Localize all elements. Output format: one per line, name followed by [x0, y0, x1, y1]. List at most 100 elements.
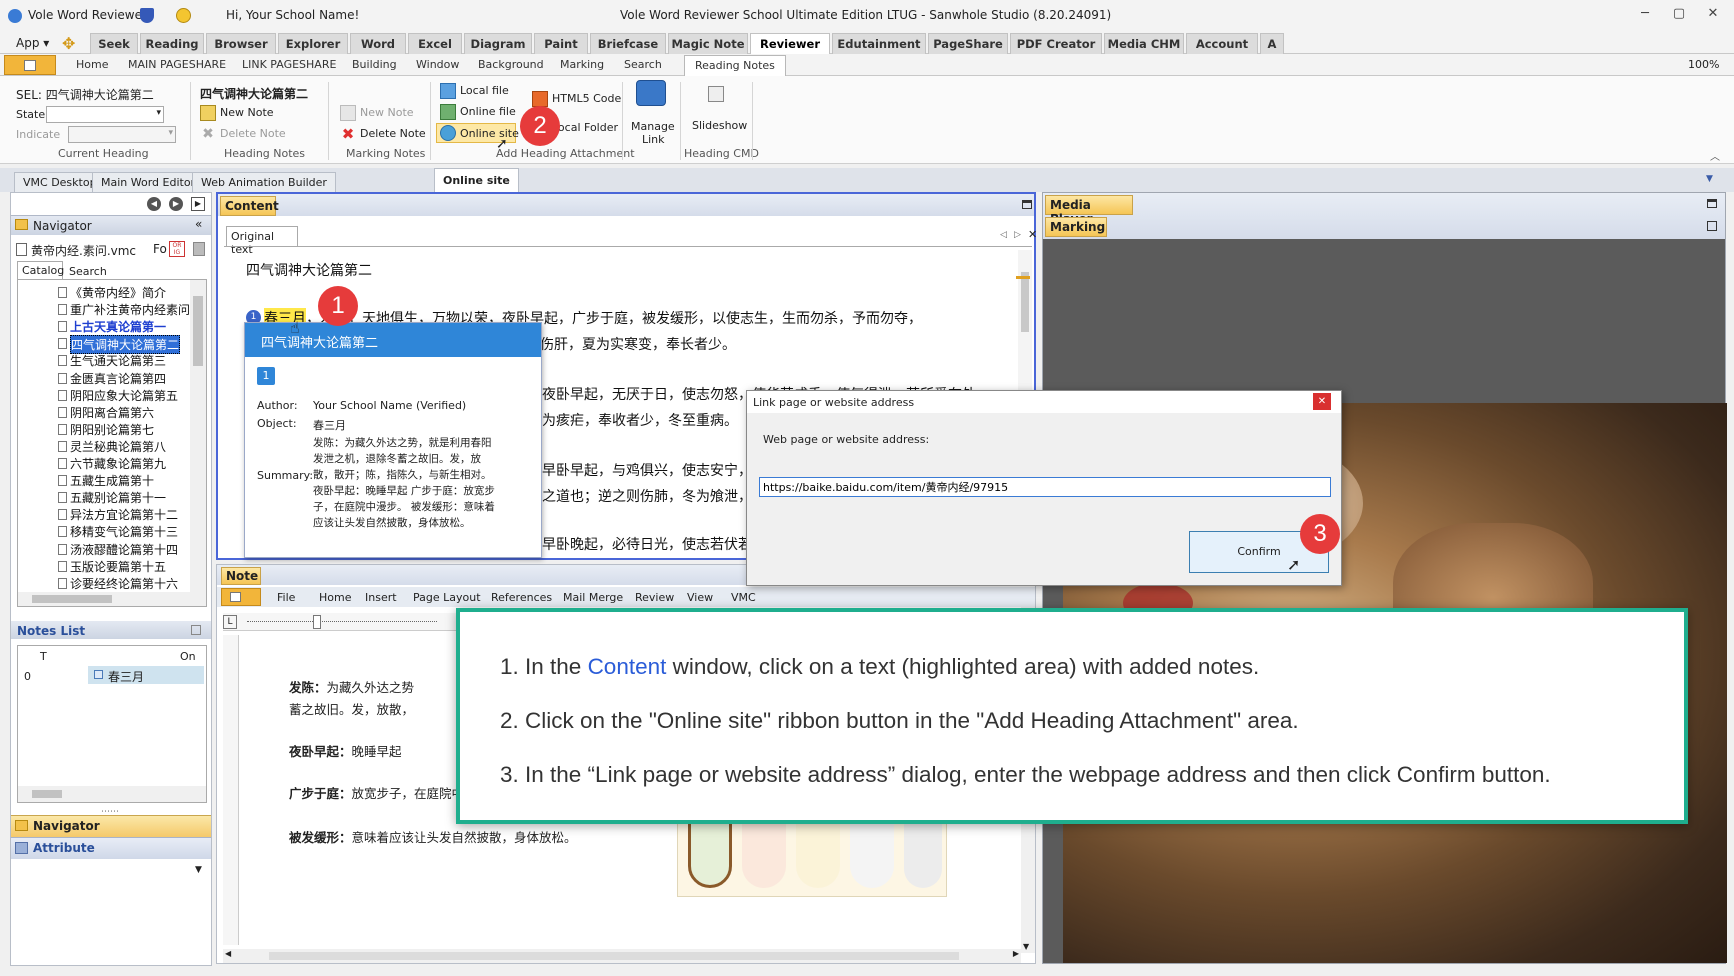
tree-item[interactable]: 阴阳应象大论篇第五	[70, 387, 178, 404]
tree-item[interactable]: 阴阳离合篇第六	[70, 404, 154, 421]
tree-item[interactable]: 玉版论要篇第十五	[70, 558, 166, 575]
menu-tab-excel[interactable]: Excel	[408, 33, 462, 54]
subtab-background[interactable]: Background	[478, 58, 544, 71]
tree-item[interactable]: 移精变气论篇第十三	[70, 523, 178, 540]
heading-delete-note-button[interactable]: Delete Note	[220, 127, 286, 140]
tree-item[interactable]: 上古天真论篇第一	[70, 318, 166, 335]
greeting-text[interactable]: Hi, Your School Name!	[226, 8, 359, 22]
note-hscrollbar[interactable]: ◀ ▶	[223, 949, 1021, 963]
menu-tab-pageshare[interactable]: PageShare	[928, 33, 1008, 54]
tree-item[interactable]: 五藏生成篇第十	[70, 472, 154, 489]
html5-code-button[interactable]: HTML5 Code	[552, 92, 621, 105]
menu-tab-paint[interactable]: Paint	[534, 33, 588, 54]
subtab-reading-notes[interactable]: Reading Notes	[684, 55, 786, 76]
content-maximize-icon[interactable]	[1022, 200, 1032, 209]
tab-next-icon[interactable]: ▷	[1014, 230, 1021, 240]
marking-delete-note-button[interactable]: Delete Note	[360, 127, 426, 140]
online-file-button[interactable]: Online file	[460, 105, 516, 118]
local-folder-button[interactable]: Local Folder	[552, 121, 618, 134]
app-menu[interactable]: App ▾	[16, 36, 49, 50]
marking-tab[interactable]: Marking	[1045, 217, 1107, 237]
subtab-window[interactable]: Window	[416, 58, 459, 71]
note-menu-file[interactable]: File	[277, 591, 295, 604]
tree-item[interactable]: 《黄帝内经》简介	[70, 284, 166, 301]
col-t-header[interactable]: T	[40, 650, 47, 663]
menu-tab-reading[interactable]: Reading	[140, 33, 204, 54]
panel-more-icon[interactable]: ▼	[195, 865, 202, 875]
note-menu-home[interactable]: Home	[319, 591, 351, 604]
subtab-link-pageshare[interactable]: LINK PAGESHARE	[242, 58, 336, 71]
menu-tab-media-chm[interactable]: Media CHM	[1104, 33, 1184, 54]
slideshow-button[interactable]: Slideshow	[692, 119, 747, 132]
menu-tab-edutainment[interactable]: Edutainment	[832, 33, 926, 54]
shield-icon[interactable]	[140, 8, 154, 23]
menu-tab-magic-note[interactable]: Magic Note	[668, 33, 748, 54]
tree-hscrollbar[interactable]	[18, 592, 206, 606]
tree-item[interactable]: 五藏别论篇第十一	[70, 489, 166, 506]
tree-item[interactable]: 重广补注黄帝内经素问	[70, 301, 190, 318]
subtab-search[interactable]: Search	[624, 58, 662, 71]
note-menu-vmc[interactable]: VMC	[731, 591, 756, 604]
tree-item[interactable]: 六节藏象论篇第九	[70, 455, 166, 472]
note-menu-mail-merge[interactable]: Mail Merge	[563, 591, 623, 604]
lock-icon[interactable]	[193, 242, 205, 256]
note-menu-page-layout[interactable]: Page Layout	[413, 591, 481, 604]
menu-tab-a[interactable]: A	[1260, 33, 1284, 54]
tab-main-word-editor[interactable]: Main Word Editor	[92, 172, 205, 192]
note-panel-tab[interactable]: Note	[221, 567, 261, 585]
tabs-dropdown-icon[interactable]: ▼	[1706, 174, 1713, 184]
tree-item[interactable]: 诊要经终论篇第十六	[70, 575, 178, 592]
nav-forward-icon[interactable]: ▶	[169, 197, 183, 211]
local-file-button[interactable]: Local file	[460, 84, 509, 97]
menu-tab-explorer[interactable]: Explorer	[278, 33, 348, 54]
quick-menu-button[interactable]	[4, 55, 56, 75]
tab-online-site[interactable]: Online site	[434, 168, 519, 192]
note-menu-insert[interactable]: Insert	[365, 591, 397, 604]
note-file-menu-button[interactable]	[221, 588, 261, 606]
menu-tab-seek[interactable]: Seek	[90, 33, 138, 54]
tab-stop-icon[interactable]: L	[223, 615, 237, 629]
attribute-panel-header[interactable]: Attribute	[11, 837, 211, 859]
collapse-navigator-icon[interactable]: «	[195, 217, 202, 231]
menu-tab-browser[interactable]: Browser	[206, 33, 276, 54]
marking-restore-icon[interactable]	[1707, 221, 1717, 231]
tab-web-animation-builder[interactable]: Web Animation Builder	[192, 172, 336, 192]
note-menu-review[interactable]: Review	[635, 591, 674, 604]
tab-catalog[interactable]: Catalog	[17, 261, 64, 279]
subtab-main-pageshare[interactable]: MAIN PAGESHARE	[128, 58, 226, 71]
collapse-ribbon-icon[interactable]: ︿	[1710, 148, 1720, 163]
vmc-file-name[interactable]: 黄帝内经.素问.vmc	[31, 242, 136, 259]
manage-link-button-line2[interactable]: Link	[642, 133, 665, 146]
marking-new-note-button[interactable]: New Note	[360, 106, 414, 119]
tree-item[interactable]: 生气通天论篇第三	[70, 352, 166, 369]
menu-tab-diagram[interactable]: Diagram	[464, 33, 532, 54]
subtab-building[interactable]: Building	[352, 58, 397, 71]
media-player-tab[interactable]: Media Player	[1045, 195, 1133, 226]
col-on-header[interactable]: On	[180, 650, 196, 663]
url-input[interactable]	[759, 477, 1331, 497]
menu-tab-reviewer[interactable]: Reviewer	[750, 33, 830, 54]
tree-item[interactable]: 汤液醪醴论篇第十四	[70, 541, 178, 558]
subtab-marking[interactable]: Marking	[560, 58, 604, 71]
smiley-icon[interactable]	[176, 8, 191, 23]
tree-item[interactable]: 灵兰秘典论篇第八	[70, 438, 166, 455]
tree-vscrollbar[interactable]	[190, 280, 206, 592]
tree-item[interactable]: 阴阳别论篇第七	[70, 421, 154, 438]
note-row[interactable]: 春三月	[88, 666, 204, 684]
media-maximize-icon[interactable]	[1707, 199, 1717, 208]
indent-marker-icon[interactable]	[313, 615, 321, 629]
menu-tab-briefcase[interactable]: Briefcase	[590, 33, 666, 54]
tree-item[interactable]: 金匮真言论篇第四	[70, 370, 166, 387]
nav-home-icon[interactable]: ▶	[191, 197, 205, 211]
close-button[interactable]: ✕	[1702, 6, 1724, 26]
tree-item[interactable]: 异法方宜论篇第十二	[70, 506, 178, 523]
navigator-panel-header[interactable]: Navigator	[11, 815, 211, 837]
subtab-home[interactable]: Home	[76, 58, 108, 71]
tab-search[interactable]: Search	[69, 265, 107, 278]
maximize-button[interactable]: ▢	[1668, 6, 1690, 26]
manage-link-button-line1[interactable]: Manage	[631, 120, 675, 133]
content-panel-tab[interactable]: Content	[220, 196, 279, 216]
indicate-select[interactable]: ▾	[68, 126, 176, 143]
notes-hscrollbar[interactable]	[18, 786, 206, 802]
menu-tab-word[interactable]: Word	[350, 33, 406, 54]
